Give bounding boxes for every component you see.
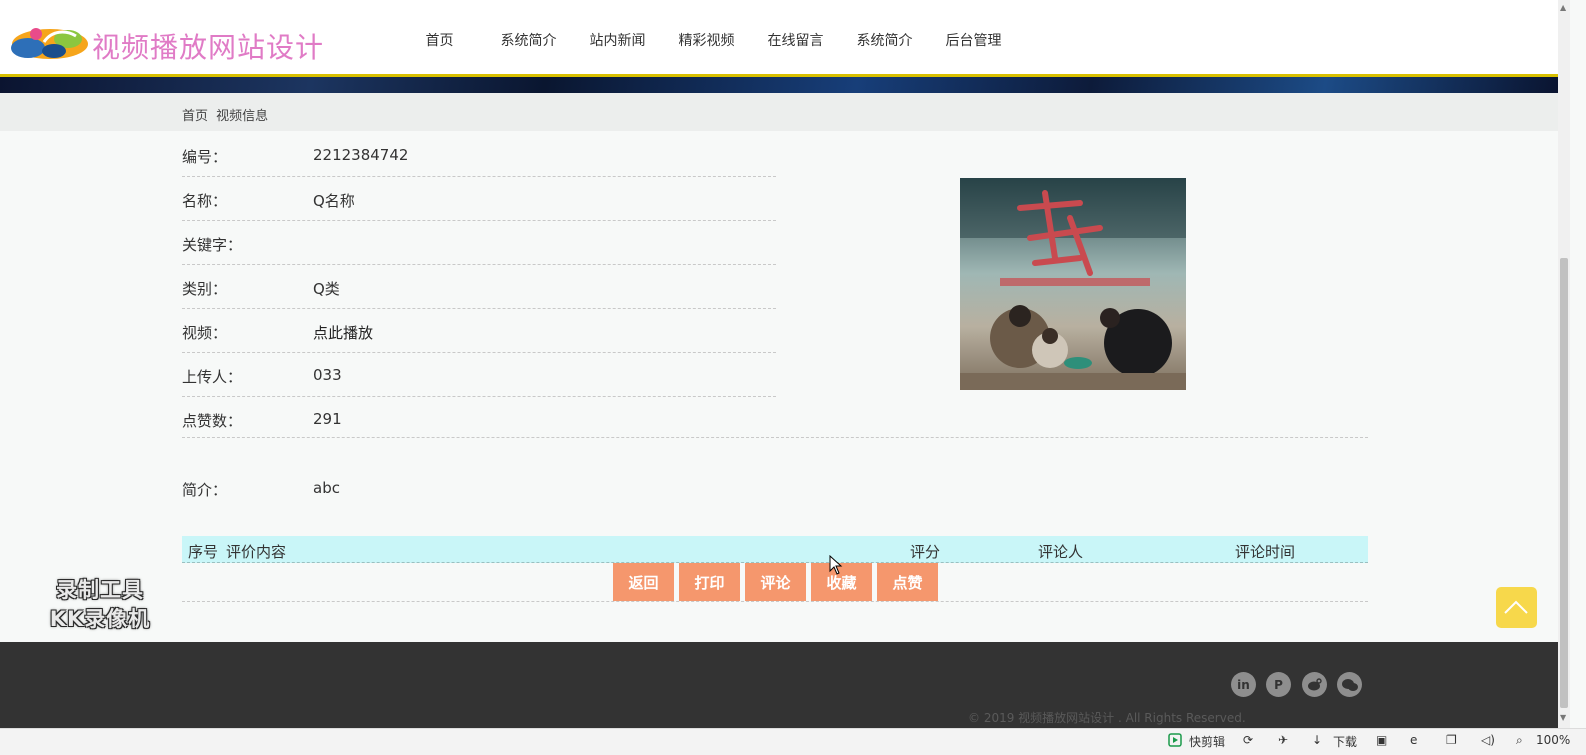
info-label: 名称： xyxy=(182,192,228,210)
nav-system-intro[interactable]: 系统简介 xyxy=(484,30,573,50)
info-label: 视频： xyxy=(182,324,228,342)
info-label: 关键字： xyxy=(182,236,243,254)
like-button[interactable]: 点赞 xyxy=(877,563,938,601)
recorder-watermark: 录制工具 KK录像机 xyxy=(30,576,170,634)
info-value: 2212384742 xyxy=(313,146,409,164)
watermark-line-1: 录制工具 xyxy=(56,578,144,602)
download-label[interactable]: 下载 xyxy=(1333,733,1357,750)
intro-label: 简介： xyxy=(182,481,228,499)
scroll-down-icon[interactable]: ▼ xyxy=(1560,713,1566,722)
linkedin-icon[interactable]: in xyxy=(1231,672,1256,697)
volume-icon[interactable]: ◁) xyxy=(1481,733,1495,747)
info-row-category: 类别： Q类 xyxy=(182,265,776,309)
info-label: 点赞数： xyxy=(182,412,243,430)
col-reviewer: 评论人 xyxy=(1038,543,1084,561)
refresh-icon[interactable]: ⟳ xyxy=(1243,733,1253,747)
info-row-uploader: 上传人： 033 xyxy=(182,353,776,397)
watermark-line-2: KK录像机 xyxy=(49,607,151,631)
info-label: 上传人： xyxy=(182,368,243,386)
quick-edit-icon[interactable] xyxy=(1168,733,1182,750)
comment-button[interactable]: 评论 xyxy=(745,563,806,601)
window-icon[interactable]: ❐ xyxy=(1446,733,1457,747)
copyright-text: © 2019 视频播放网站设计 . All Rights Reserved. xyxy=(968,711,1246,725)
nav-online-message[interactable]: 在线留言 xyxy=(751,30,840,50)
pinterest-icon[interactable]: P xyxy=(1266,672,1291,697)
zoom-level[interactable]: 100% xyxy=(1536,733,1570,747)
mouse-cursor-icon xyxy=(829,555,843,575)
col-time: 评论时间 xyxy=(1235,543,1296,561)
video-poster-image xyxy=(960,178,1186,390)
action-buttons: 返回 打印 评论 收藏 点赞 xyxy=(613,563,943,601)
weibo-icon[interactable] xyxy=(1302,672,1327,697)
chevron-up-icon xyxy=(1504,600,1528,614)
pin-icon[interactable]: ✈ xyxy=(1278,733,1288,747)
site-logo-icon[interactable] xyxy=(6,18,90,62)
intro-divider xyxy=(182,437,1368,438)
nav-featured-videos[interactable]: 精彩视频 xyxy=(662,30,751,50)
site-footer: in P © 2019 视频播放网站设计 . All Rights Reserv… xyxy=(0,642,1558,728)
back-button[interactable]: 返回 xyxy=(613,563,674,601)
ie-icon[interactable]: e xyxy=(1410,733,1417,747)
info-row-keywords: 关键字： xyxy=(182,221,776,265)
play-video-link[interactable]: 点此播放 xyxy=(313,322,373,343)
col-index: 序号 xyxy=(188,543,219,561)
info-row-id: 编号： 2212384742 xyxy=(182,133,776,177)
reader-icon[interactable]: ▣ xyxy=(1376,733,1387,747)
info-row-video: 视频： 点此播放 xyxy=(182,309,776,353)
site-title: 视频播放网站设计 xyxy=(92,31,325,64)
wechat-icon[interactable] xyxy=(1337,672,1362,697)
col-score: 评分 xyxy=(910,543,941,561)
info-value: Q类 xyxy=(313,280,340,298)
scroll-up-icon[interactable]: ▲ xyxy=(1560,3,1566,12)
info-row-name: 名称： Q名称 xyxy=(182,177,776,221)
breadcrumb: 首页 视频信息 xyxy=(182,105,272,124)
info-label: 类别： xyxy=(182,280,228,298)
nav-site-news[interactable]: 站内新闻 xyxy=(573,30,662,50)
comments-table-header: 序号 评价内容 评分 评论人 评论时间 xyxy=(182,536,1368,563)
col-content: 评价内容 xyxy=(226,543,287,561)
back-to-top-button[interactable] xyxy=(1496,587,1537,628)
info-value: Q名称 xyxy=(313,192,355,210)
info-value: 291 xyxy=(313,410,342,428)
info-row-likes: 点赞数： 291 xyxy=(182,397,776,440)
site-header: 视频播放网站设计 首页 系统简介 站内新闻 精彩视频 在线留言 系统简介 后台管… xyxy=(0,0,1558,75)
quick-edit-label[interactable]: 快剪辑 xyxy=(1189,733,1225,750)
header-banner xyxy=(0,77,1558,93)
download-icon[interactable]: ↓ xyxy=(1312,733,1322,747)
nav-system-intro-2[interactable]: 系统简介 xyxy=(840,30,929,50)
zoom-icon[interactable]: ⌕ xyxy=(1516,733,1523,748)
main-nav: 首页 系统简介 站内新闻 精彩视频 在线留言 系统简介 后台管理 xyxy=(395,30,1018,50)
nav-admin[interactable]: 后台管理 xyxy=(929,30,1018,50)
breadcrumb-bar: 首页 视频信息 xyxy=(0,93,1558,131)
scrollbar-thumb[interactable] xyxy=(1560,258,1568,708)
info-value: 033 xyxy=(313,366,342,384)
browser-status-bar: 快剪辑 ⟳ ✈ ↓ 下载 ▣ e ❐ ◁) ⌕ 100% xyxy=(0,728,1586,755)
buttons-divider xyxy=(182,601,1368,602)
info-label: 编号： xyxy=(182,148,228,166)
video-info: 编号： 2212384742 名称： Q名称 关键字： 类别： Q类 视频： 点… xyxy=(182,133,776,440)
print-button[interactable]: 打印 xyxy=(679,563,740,601)
nav-home[interactable]: 首页 xyxy=(395,30,484,50)
intro-value: abc xyxy=(313,479,340,497)
breadcrumb-home[interactable]: 首页 xyxy=(182,109,208,124)
breadcrumb-current: 视频信息 xyxy=(216,109,269,124)
